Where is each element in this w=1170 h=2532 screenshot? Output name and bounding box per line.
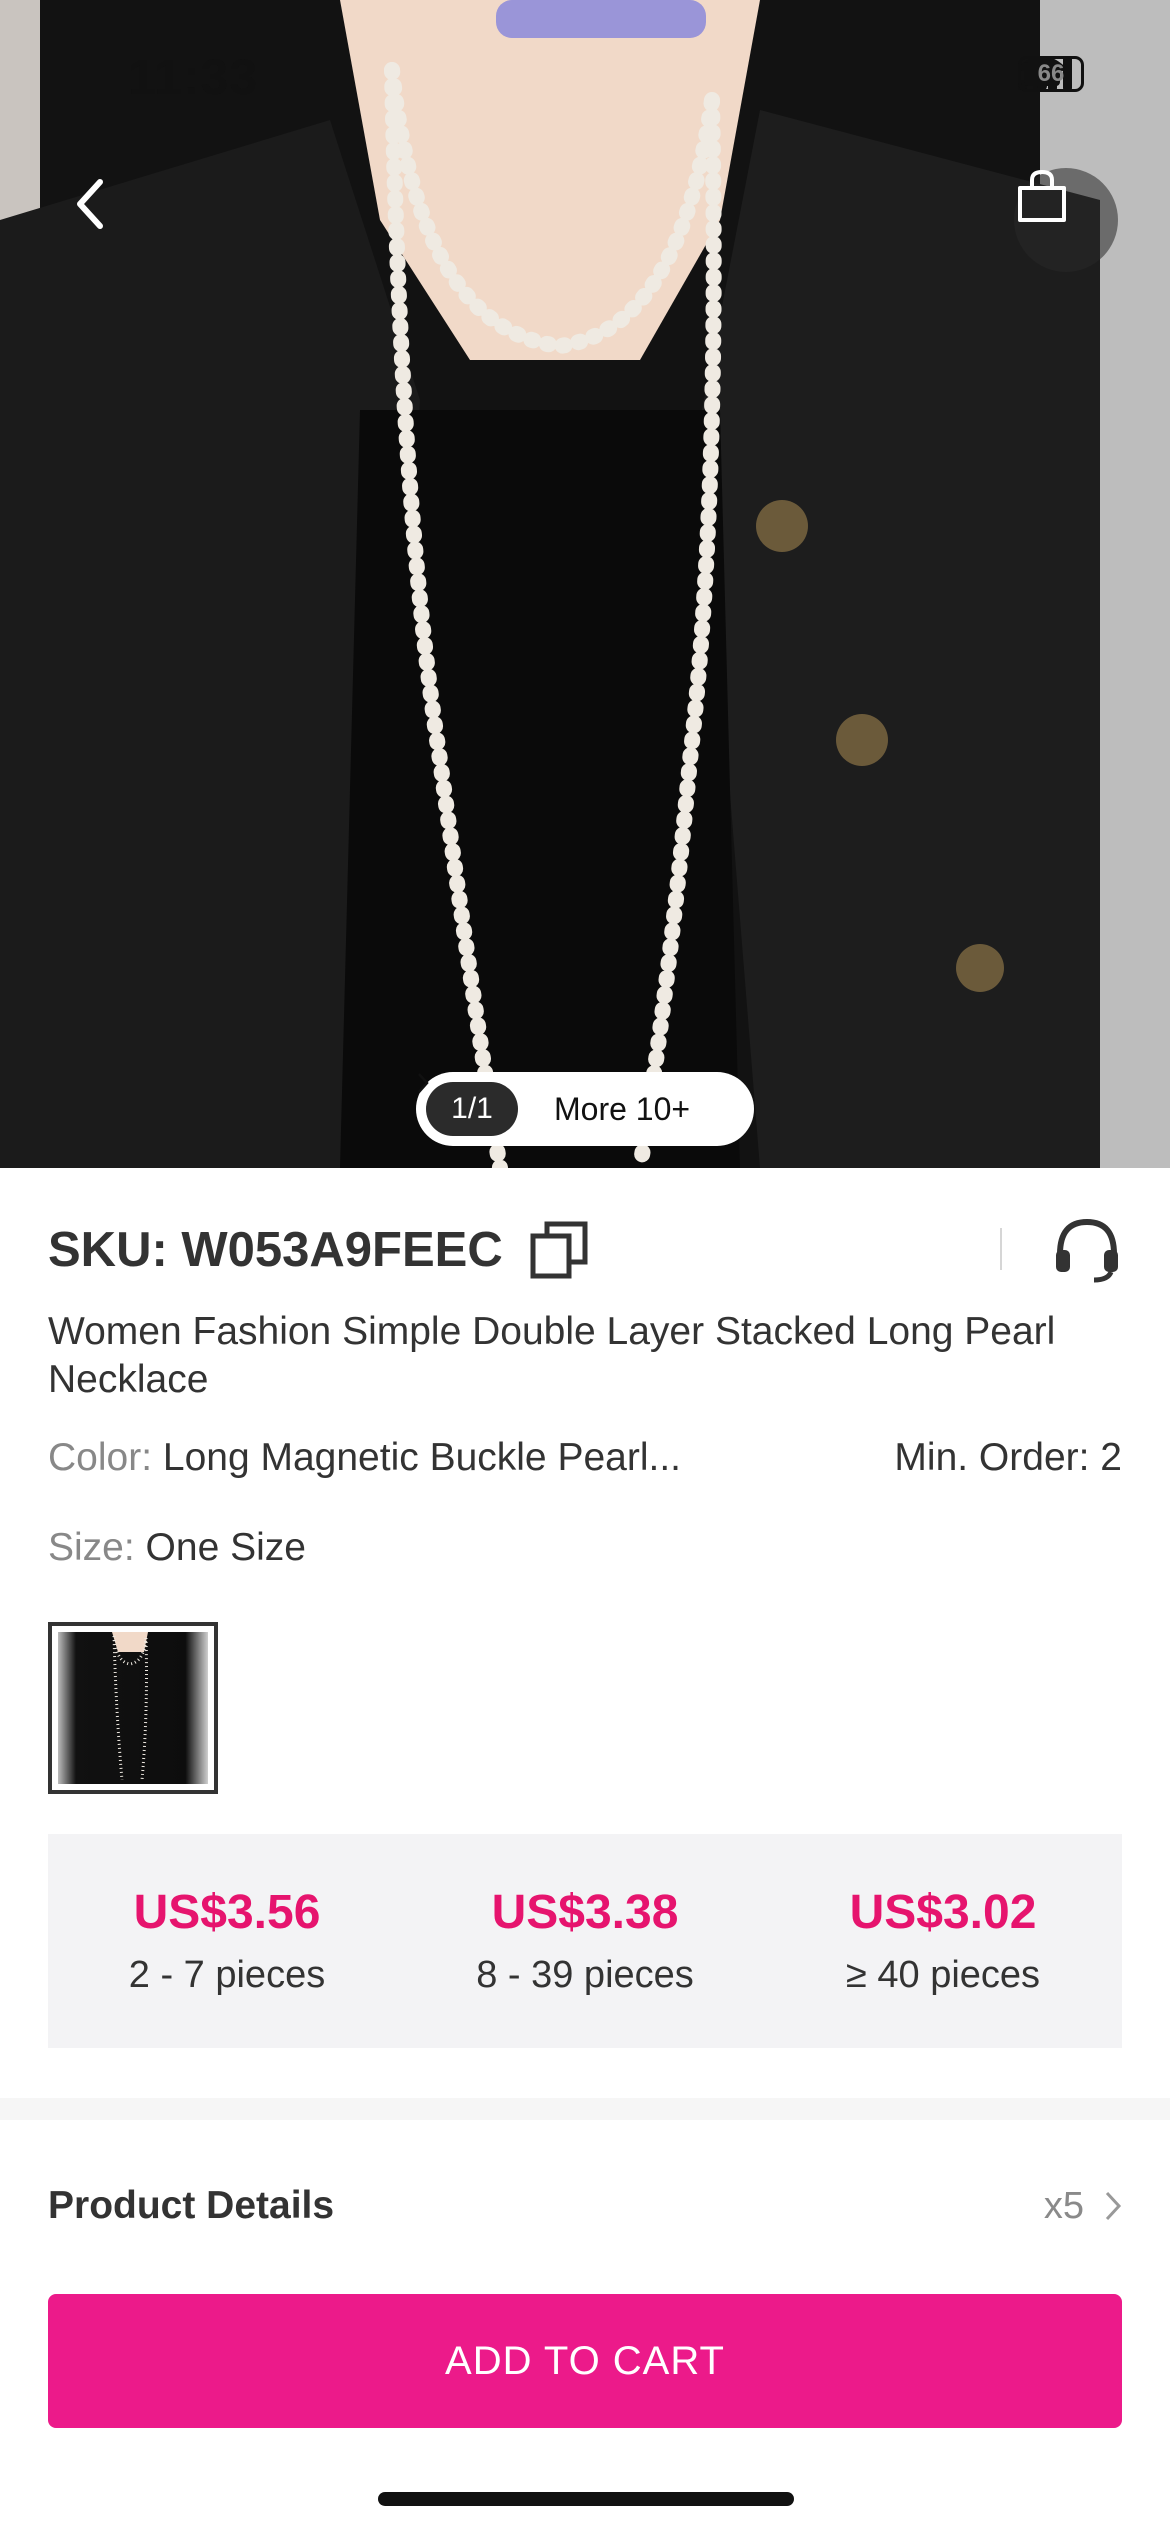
home-indicator[interactable] [378,2492,794,2506]
headset-icon[interactable] [1052,1214,1122,1284]
tier-quantity: ≥ 40 pieces [845,1954,1041,1996]
shopping-bag-button[interactable] [1014,168,1118,272]
add-to-cart-button[interactable]: ADD TO CART [48,2294,1122,2428]
copy-icon[interactable] [529,1220,589,1280]
section-divider [0,2098,1170,2120]
product-image-gallery[interactable]: 11:33 66 1/1 More 10+ [0,0,1170,1168]
sku-label: SKU: W053A9FEEC [48,1223,503,1277]
price-tier: US$3.02 ≥ 40 pieces [764,1834,1122,2048]
chevron-right-icon [1105,2191,1122,2221]
divider [1000,1228,1002,1270]
tier-quantity: 8 - 39 pieces [476,1954,694,1996]
tier-price: US$3.38 [491,1886,679,1939]
price-tier: US$3.56 2 - 7 pieces [48,1834,406,2048]
product-title: Women Fashion Simple Double Layer Stacke… [48,1310,1056,1401]
shopping-bag-icon [1018,169,1066,222]
size-key: Size: [48,1526,135,1569]
details-right: x5 [1044,2185,1122,2228]
size-attribute: Size: One Size [48,1526,306,1570]
product-photo [0,0,1170,1168]
price-tiers: US$3.56 2 - 7 pieces US$3.38 8 - 39 piec… [48,1834,1122,2048]
details-count: x5 [1043,2184,1084,2227]
tier-quantity: 2 - 7 pieces [128,1954,326,1996]
more-images-link[interactable]: More 10+ [418,1073,691,1128]
tier-price: US$3.56 [133,1886,321,1939]
gallery-pager[interactable]: 1/1 More 10+ [416,1072,754,1146]
image-counter: 1/1 [426,1082,518,1136]
status-time: 11:33 [128,49,259,105]
back-button[interactable] [70,176,140,256]
size-row: Size: One Size [48,1526,1122,1570]
size-value: One Size [145,1526,306,1569]
tier-price: US$3.02 [849,1886,1037,1939]
color-key: Color: [48,1436,153,1479]
color-value: Long Magnetic Buckle Pearl... [162,1436,682,1479]
more-images-label: More 10+ [554,1090,691,1127]
price-tier: US$3.38 8 - 39 pieces [406,1834,764,2048]
color-row: Color: Long Magnetic Buckle Pearl... Min… [48,1436,1122,1480]
back-icon [77,179,103,229]
battery-icon: 66 [1018,56,1084,92]
min-order: Min. Order: 2 [894,1436,1122,1479]
battery-level: 66 [1037,60,1065,87]
sku-row: SKU: W053A9FEEC [48,1210,1122,1290]
chevron-right-icon [418,1073,429,1093]
color-swatch-selected[interactable] [48,1622,218,1794]
swatch-photo [112,1632,148,1780]
swatch-thumbnail [58,1632,208,1784]
status-icons: 66 [1018,56,1084,92]
color-attribute: Color: Long Magnetic Buckle Pearl... [48,1436,681,1480]
product-details-row[interactable]: Product Details x5 [48,2176,1122,2236]
product-details-label: Product Details [48,2184,335,2227]
